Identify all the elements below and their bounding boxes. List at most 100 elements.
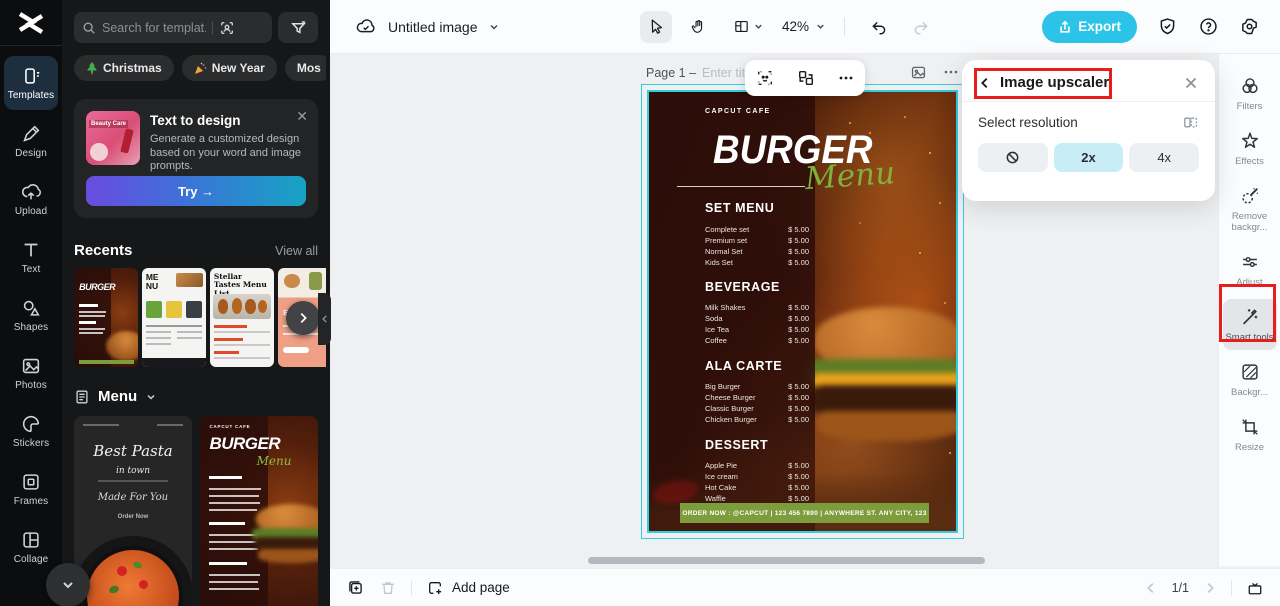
chip-christmas[interactable]: Christmas — [74, 55, 174, 81]
sidebar-item-text[interactable]: Text — [4, 230, 58, 284]
menu-item-name: Chicken Burger — [705, 416, 757, 425]
page-preview-icon[interactable] — [910, 64, 927, 81]
redo-button[interactable] — [905, 11, 937, 43]
expand-pages-button[interactable] — [1246, 579, 1264, 597]
adjust-icon — [1239, 251, 1261, 273]
tool-background[interactable]: Backgr... — [1223, 354, 1277, 405]
decor — [146, 325, 202, 327]
close-icon[interactable]: ✕ — [296, 109, 308, 123]
document-title[interactable]: Untitled image — [388, 19, 478, 35]
chip-most[interactable]: Mos — [285, 55, 326, 81]
sidebar-item-design[interactable]: Design — [4, 114, 58, 168]
select-tool-button[interactable] — [640, 11, 672, 43]
tool-effects[interactable]: Effects — [1223, 123, 1277, 174]
delete-page-button[interactable] — [379, 579, 397, 597]
chevron-right-icon — [296, 311, 310, 325]
help-icon[interactable] — [1198, 16, 1219, 37]
pages-tray-icon — [1246, 579, 1264, 597]
sidebar-item-templates[interactable]: Templates — [4, 56, 58, 110]
menu-item-price: $ 5.00 — [788, 484, 809, 493]
cursor-icon — [648, 18, 665, 35]
search-input[interactable] — [102, 21, 206, 35]
tool-filters[interactable]: Filters — [1223, 68, 1277, 119]
back-icon[interactable] — [978, 76, 992, 90]
frame-layout-icon — [733, 18, 750, 35]
zoom-control[interactable]: 42% — [782, 19, 826, 34]
tool-label: Filters — [1224, 101, 1276, 112]
capcut-logo[interactable] — [0, 0, 62, 46]
poster-section-items: Apple Pie$ 5.00 Ice cream$ 5.00 Hot Cake… — [705, 462, 809, 504]
duplicate-page-button[interactable] — [346, 578, 365, 597]
upscale-none-button[interactable] — [978, 143, 1048, 172]
close-icon[interactable] — [1183, 75, 1199, 91]
recents-next-button[interactable] — [286, 301, 320, 335]
next-page-button[interactable] — [1203, 581, 1217, 595]
undo-button[interactable] — [863, 11, 895, 43]
thumb-line: Order Now — [74, 514, 192, 520]
tool-smart-tools[interactable]: Smart tools — [1223, 299, 1277, 350]
search-divider — [212, 21, 213, 35]
sidebar-item-stickers[interactable]: Stickers — [4, 404, 58, 458]
tool-adjust[interactable]: Adjust — [1223, 244, 1277, 295]
chevron-down-icon — [60, 577, 76, 593]
menu-item-price: $ 5.00 — [788, 383, 809, 392]
sidebar-item-collage[interactable]: Collage — [4, 520, 58, 574]
menu-item-price: $ 5.00 — [788, 405, 809, 414]
sidebar-item-upload[interactable]: Upload — [4, 172, 58, 226]
poster-canvas[interactable]: CAPCUT CAFE BURGER Menu SET MENU Complet… — [647, 90, 958, 533]
view-all-link[interactable]: View all — [275, 244, 318, 258]
bottom-bar: Add page 1/1 — [330, 568, 1280, 606]
try-button[interactable]: Try → — [86, 176, 306, 206]
panel-collapse-handle[interactable] — [318, 293, 331, 345]
more-options-button[interactable] — [838, 70, 854, 86]
decor — [98, 480, 169, 482]
left-icon-rail: Templates Design Upload Text Shapes Phot… — [0, 0, 62, 606]
horizontal-scrollbar[interactable] — [588, 557, 985, 564]
image-search-icon[interactable] — [219, 20, 235, 36]
promo-title: Text to design — [150, 113, 241, 128]
template-thumb-burger-menu[interactable]: CAPCUT CAFE BURGER Menu — [200, 416, 318, 606]
sidebar-item-photos[interactable]: Photos — [4, 346, 58, 400]
menu-item-name: Soda — [705, 315, 723, 324]
chevron-left-icon — [1144, 581, 1158, 595]
compare-icon[interactable] — [1182, 114, 1199, 131]
thumb-title: ME NU — [146, 273, 166, 291]
templates-panel: Christmas New Year Mos Beauty Care Text … — [62, 0, 330, 606]
detect-region-button[interactable] — [756, 69, 774, 87]
export-button[interactable]: Export — [1042, 11, 1137, 43]
resize-icon — [1239, 416, 1261, 438]
decor — [209, 562, 247, 565]
prev-page-button[interactable] — [1144, 581, 1158, 595]
recent-thumb-white-menu[interactable]: ME NU — [142, 268, 206, 367]
recent-thumb-stellar-tastes[interactable]: Stellar Tastes Menu List — [210, 268, 274, 367]
tool-remove-background[interactable]: Remove backgr... — [1223, 178, 1277, 240]
hand-tool-button[interactable] — [682, 11, 714, 43]
recent-thumb-burger-menu[interactable]: BURGER — [74, 268, 138, 367]
menu-category-header[interactable]: Menu — [74, 388, 157, 405]
tool-resize[interactable]: Resize — [1223, 409, 1277, 460]
page-more-icon[interactable] — [943, 64, 959, 80]
toolbar-divider — [844, 18, 845, 36]
rail-scroll-down-button[interactable] — [46, 563, 90, 606]
privacy-shield-icon[interactable] — [1157, 16, 1178, 37]
menu-item-price: $ 5.00 — [788, 248, 809, 257]
stickers-icon — [20, 413, 42, 435]
search-bar[interactable] — [74, 12, 272, 43]
search-icon — [82, 21, 96, 35]
chip-new-year[interactable]: New Year — [182, 55, 277, 81]
sidebar-item-shapes[interactable]: Shapes — [4, 288, 58, 342]
upscale-2x-button[interactable]: 2x — [1054, 143, 1124, 172]
decor — [146, 331, 172, 333]
decor — [209, 541, 256, 543]
upscale-4x-button[interactable]: 4x — [1129, 143, 1199, 172]
replace-button[interactable] — [797, 69, 815, 87]
layout-tool-button[interactable] — [724, 11, 772, 43]
effects-icon — [1239, 130, 1261, 152]
settings-gear-icon[interactable] — [1239, 16, 1260, 37]
filter-button[interactable] — [278, 12, 318, 43]
add-page-button[interactable]: Add page — [426, 579, 510, 597]
template-thumb-best-pasta[interactable]: Best Pasta in town Made For You Order No… — [74, 416, 192, 606]
sidebar-item-frames[interactable]: Frames — [4, 462, 58, 516]
chevron-down-icon[interactable] — [488, 21, 500, 33]
thumb-photo — [284, 274, 299, 288]
